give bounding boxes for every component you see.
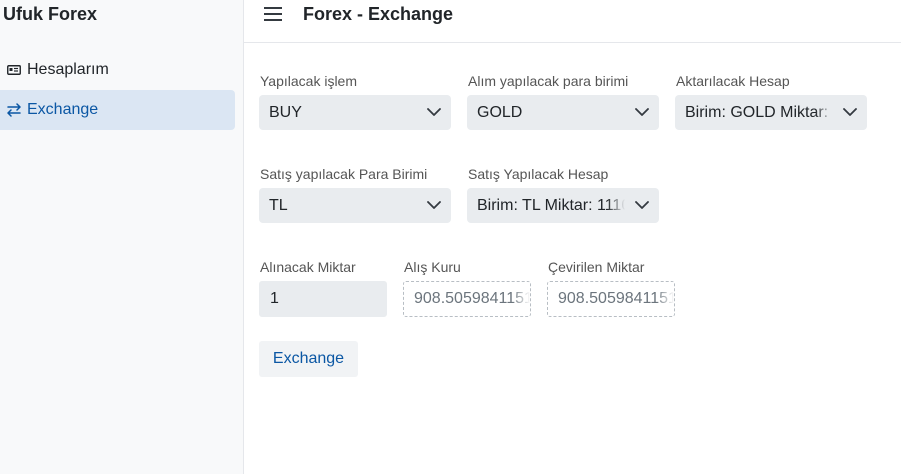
target-account-select[interactable]: Birim: GOLD Miktar: 0 xyxy=(675,95,867,130)
page-title: Forex - Exchange xyxy=(303,4,454,24)
operation-select[interactable]: BUY xyxy=(259,95,451,130)
buy-currency-label: Alım yapılacak para birimi xyxy=(468,73,629,89)
sell-account-label: Satış Yapılacak Hesap xyxy=(468,166,609,182)
chevron-down-icon xyxy=(635,108,649,116)
sidebar-item-hesaplarim[interactable]: Hesaplarım xyxy=(0,50,235,90)
amount-input[interactable]: 1 xyxy=(259,281,387,317)
sell-currency-select[interactable]: TL xyxy=(259,188,451,223)
sidebar-item-exchange[interactable]: Exchange xyxy=(0,90,235,130)
sell-currency-label: Satış yapılacak Para Birimi xyxy=(260,166,428,182)
brand-title: Ufuk Forex xyxy=(3,4,98,24)
chevron-down-icon xyxy=(427,108,441,116)
chevron-down-icon xyxy=(843,108,857,116)
hamburger-menu-icon[interactable] xyxy=(263,5,285,25)
rate-label: Alış Kuru xyxy=(404,259,461,275)
operation-label: Yapılacak işlem xyxy=(260,73,358,89)
amount-label: Alınacak Miktar xyxy=(260,259,356,275)
exchange-arrows-icon xyxy=(0,103,27,117)
chevron-down-icon xyxy=(635,201,649,209)
target-account-label: Aktarılacak Hesap xyxy=(676,73,790,89)
exchange-button[interactable]: Exchange xyxy=(259,341,358,377)
sell-account-select[interactable]: Birim: TL Miktar: 1110 xyxy=(467,188,659,223)
sidebar-item-label: Exchange xyxy=(27,101,99,118)
sidebar-item-label: Hesaplarım xyxy=(27,61,109,78)
chevron-down-icon xyxy=(427,201,441,209)
converted-amount-field: 908.50598411517 xyxy=(547,281,675,317)
top-header: Forex - Exchange xyxy=(244,0,901,43)
converted-label: Çevirilen Miktar xyxy=(548,259,645,275)
wallet-icon xyxy=(0,64,27,76)
buy-currency-select[interactable]: GOLD xyxy=(467,95,659,130)
sidebar: Ufuk Forex Hesaplarım Exchange xyxy=(0,0,244,474)
rate-field: 908.50598411517 xyxy=(403,281,531,317)
